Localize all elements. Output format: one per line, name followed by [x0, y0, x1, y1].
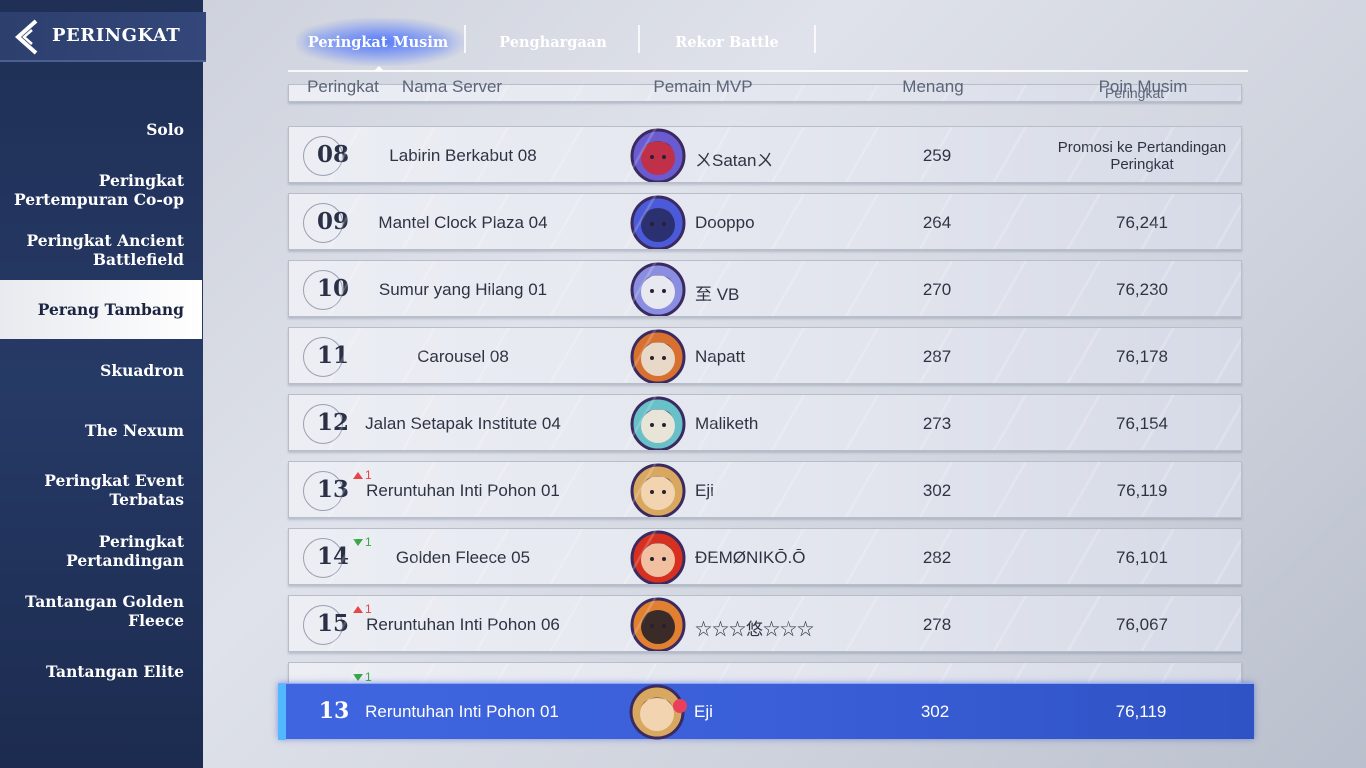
server-name: Labirin Berkabut 08	[389, 146, 537, 165]
server-name: Carousel 08	[417, 347, 509, 366]
trend-value: 1	[365, 535, 372, 549]
column-header-server: Nama Server	[401, 77, 503, 96]
season-points: 76,119	[1116, 481, 1168, 500]
wins-count: 273	[922, 414, 952, 433]
tab-peringkat-musim[interactable]: Peringkat Musim	[300, 34, 456, 51]
wins-count: 264	[922, 213, 952, 232]
column-header-wins: Menang	[902, 77, 964, 96]
mvp-player-name: ☆☆☆悠☆☆☆	[695, 620, 814, 639]
mvp-avatar-icon[interactable]	[627, 328, 689, 384]
tab-divider	[814, 25, 816, 53]
sidebar-item-elite[interactable]: Tantangan Elite	[0, 662, 202, 681]
season-points: 76,241	[1116, 213, 1168, 232]
title-bar: PERINGKAT	[0, 12, 206, 62]
self-mvp-name: Eji	[694, 702, 713, 721]
server-name: Reruntuhan Inti Pohon 06	[366, 615, 560, 634]
mvp-avatar-icon[interactable]	[627, 395, 689, 451]
server-name: Reruntuhan Inti Pohon 01	[366, 481, 560, 500]
trend-value: 1	[365, 468, 372, 482]
server-name: Mantel Clock Plaza 04	[378, 213, 548, 232]
trend-up-icon	[353, 471, 363, 479]
mvp-player-name: Dooppo	[695, 213, 755, 232]
tab-divider	[464, 25, 466, 53]
back-arrow-icon[interactable]	[12, 18, 42, 56]
table-row[interactable]: 10 Sumur yang Hilang 01 至 VB 270 76,230	[288, 260, 1242, 317]
sidebar-item-ancient-battlefield[interactable]: Peringkat Ancient Battlefield	[0, 231, 202, 269]
mvp-avatar-icon	[629, 684, 687, 740]
season-points: Promosi ke Pertandingan Peringkat	[1057, 139, 1227, 173]
self-row-accent	[278, 684, 286, 740]
table-row[interactable]: 08 Labirin Berkabut 08 ㄨSatanㄨ 259 Promosi k…	[288, 126, 1242, 183]
mvp-player-name: ÐEMØNIKŌ.Ō	[695, 548, 806, 567]
wins-count: 287	[922, 347, 952, 366]
sidebar-item-perang-tambang[interactable]: Perang Tambang	[0, 280, 202, 339]
mvp-avatar-icon[interactable]	[627, 261, 689, 317]
trend-value: 1	[365, 670, 372, 684]
mvp-player-name: Napatt	[695, 347, 746, 366]
sidebar-item-event-terbatas[interactable]: Peringkat Event Terbatas	[0, 471, 202, 509]
server-name: Sumur yang Hilang 01	[378, 280, 548, 299]
trend-up-indicator: 1	[353, 602, 372, 616]
trend-down-icon	[353, 538, 363, 546]
trend-down-indicator: 1	[353, 535, 372, 549]
mvp-avatar-icon[interactable]	[627, 462, 689, 518]
sidebar-item-skuadron[interactable]: Skuadron	[0, 361, 202, 380]
server-name: Jalan Setapak Institute 04	[365, 414, 561, 433]
page-title: PERINGKAT	[52, 25, 181, 46]
table-row[interactable]: 15 1 Reruntuhan Inti Pohon 06 ☆☆☆悠☆☆☆ 278 76,…	[288, 595, 1242, 652]
column-header-points: Poin Musim	[1098, 77, 1188, 96]
trend-down-icon	[353, 673, 363, 681]
table-row[interactable]: 11 Carousel 08 Napatt 287 76,178	[288, 327, 1242, 384]
tab-divider	[638, 25, 640, 53]
wins-count: 278	[922, 615, 952, 634]
server-name: Golden Fleece 05	[395, 548, 531, 567]
column-header-rank: Peringkat	[307, 77, 379, 96]
mvp-player-name: Eji	[695, 481, 714, 500]
tab-rekor-battle[interactable]: Rekor Battle	[650, 34, 804, 51]
sidebar-item-pertandingan[interactable]: Peringkat Pertandingan	[0, 532, 202, 570]
table-row[interactable]: 13 1 Reruntuhan Inti Pohon 01 Eji 302 76,119	[288, 461, 1242, 518]
wins-count: 282	[922, 548, 952, 567]
tab-underline	[288, 70, 1248, 72]
trend-up-indicator: 1	[353, 468, 372, 482]
mvp-avatar-icon[interactable]	[627, 596, 689, 652]
table-row[interactable]: 14 1 Golden Fleece 05 ÐEMØNIKŌ.Ō 282 76,101	[288, 528, 1242, 585]
season-points: 76,230	[1116, 280, 1168, 299]
self-wins: 302	[920, 702, 950, 721]
sidebar-item-golden-fleece[interactable]: Tantangan Golden Fleece	[0, 592, 202, 630]
mvp-avatar-icon[interactable]	[627, 529, 689, 585]
table-row[interactable]: 09 Mantel Clock Plaza 04 Dooppo 264 76,241	[288, 193, 1242, 250]
self-server-row[interactable]: 13 Reruntuhan Inti Pohon 01 Eji 302 76,1…	[278, 683, 1254, 740]
season-points: 76,178	[1116, 347, 1168, 366]
sidebar	[0, 0, 203, 768]
mvp-player-name: ㄨSatanㄨ	[695, 151, 774, 170]
self-points: 76,119	[1115, 702, 1167, 721]
table-row[interactable]: 12 Jalan Setapak Institute 04 Maliketh 273 7…	[288, 394, 1242, 451]
season-points: 76,101	[1116, 548, 1168, 567]
trend-down-indicator: 1	[353, 670, 372, 684]
wins-count: 302	[922, 481, 952, 500]
sidebar-item-solo[interactable]: Solo	[0, 120, 202, 139]
mvp-avatar-icon[interactable]	[627, 127, 689, 183]
mvp-player-name: Maliketh	[695, 414, 759, 433]
active-tab-marker	[374, 66, 384, 71]
wins-count: 270	[922, 280, 952, 299]
mvp-avatar-icon[interactable]	[627, 194, 689, 250]
tab-penghargaan[interactable]: Penghargaan	[476, 34, 630, 51]
self-server-name: Reruntuhan Inti Pohon 01	[365, 702, 559, 721]
column-header-mvp: Pemain MVP	[653, 77, 753, 96]
trend-value: 1	[365, 602, 372, 616]
wins-count: 259	[922, 146, 952, 165]
mvp-player-name: 至 VB	[695, 285, 740, 304]
sidebar-item-label: Perang Tambang	[37, 300, 184, 319]
season-points: 76,154	[1116, 414, 1168, 433]
sidebar-item-nexum[interactable]: The Nexum	[0, 421, 202, 440]
season-points: 76,067	[1116, 615, 1168, 634]
trend-up-icon	[353, 605, 363, 613]
sidebar-item-coop[interactable]: Peringkat Pertempuran Co-op	[0, 171, 202, 209]
